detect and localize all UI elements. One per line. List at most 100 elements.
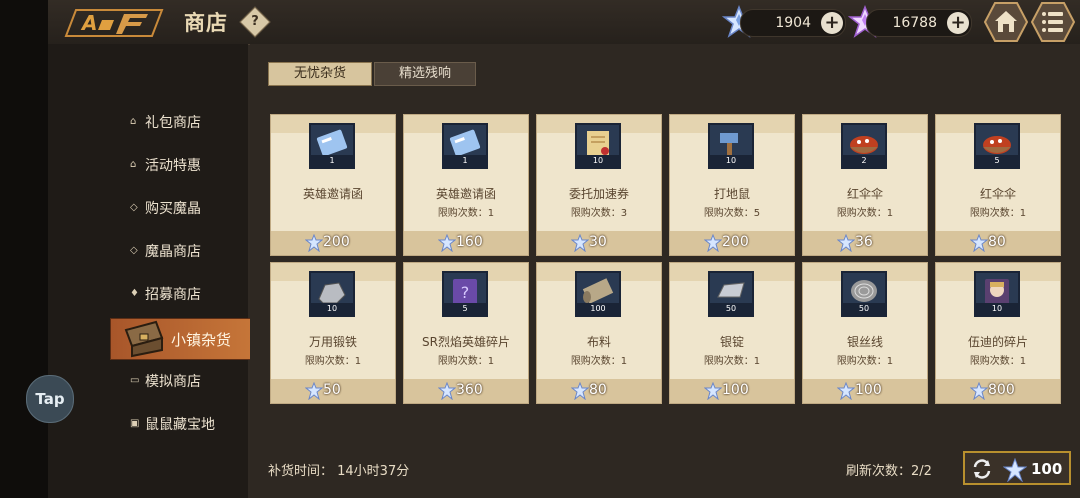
gem-currency: 1904 +	[740, 9, 846, 37]
ore-icon	[318, 282, 346, 304]
item-name: SR烈焰英雄碎片	[422, 335, 510, 349]
shop-item-card[interactable]: 2 红伞伞 限购次数：1 36	[802, 114, 928, 256]
svg-text:A: A	[80, 11, 97, 35]
tab-selected-echo[interactable]: 精选残响	[374, 62, 476, 86]
mushroom-bowl-icon	[983, 136, 1011, 154]
crystal-amount: 16788	[892, 15, 937, 31]
refresh-count: 刷新次数：2/2	[846, 464, 932, 479]
shop-item-card[interactable]: 10 伍迪的碎片 限购次数：1 800	[935, 262, 1061, 404]
item-quantity: 10	[710, 155, 752, 167]
item-icon-box: 50	[841, 271, 887, 317]
price-bar: 30	[537, 231, 661, 255]
purchase-limit: 限购次数：1	[304, 356, 362, 367]
gem-amount: 1904	[775, 15, 811, 31]
item-icon-box: 1	[309, 123, 355, 169]
left-edge	[0, 0, 48, 498]
sidebar-item-label: 鼠鼠藏宝地	[145, 417, 215, 433]
sidebar-item-gift-shop[interactable]: ⌂ 礼包商店	[48, 108, 248, 138]
home-button[interactable]	[984, 1, 1028, 43]
star-gem-icon	[1003, 458, 1027, 482]
item-name: 银锭	[719, 335, 744, 349]
purchase-limit: 限购次数：1	[437, 356, 495, 367]
price-bar: 50	[271, 379, 395, 403]
item-name: 红伞伞	[979, 187, 1016, 201]
item-icon-box: 2	[841, 123, 887, 169]
shop-item-card[interactable]: 100 布料限购次数：1 80	[536, 262, 662, 404]
ticket-icon	[316, 129, 348, 157]
svg-text:?: ?	[461, 283, 470, 302]
sidebar-item-buy-crystal[interactable]: ◇ 购买魔晶	[48, 194, 248, 224]
item-quantity: 50	[843, 303, 885, 315]
item-icon-box: 10	[974, 271, 1020, 317]
add-crystal-button[interactable]: +	[947, 12, 969, 34]
scroll-icon	[587, 131, 609, 155]
refresh-icon	[973, 459, 991, 479]
sidebar-item-event-deals[interactable]: ⌂ 活动特惠	[48, 151, 248, 181]
item-name: 万用锻铁	[308, 335, 357, 349]
sidebar-item-sim-shop[interactable]: ▭ 模拟商店	[48, 367, 248, 397]
sidebar-item-recruit-shop[interactable]: ♦ 招募商店	[48, 280, 248, 310]
item-quantity: 5	[444, 303, 486, 315]
shop-item-card[interactable]: 1 英雄邀请函 限购次数：1 160	[403, 114, 529, 256]
item-price: 800	[988, 382, 1015, 398]
item-icon-box: ? 5	[442, 271, 488, 317]
shop-item-card[interactable]: 10 万用锻铁限购次数：1 50	[270, 262, 396, 404]
item-price: 80	[589, 382, 607, 398]
menu-button[interactable]	[1031, 1, 1075, 43]
add-gem-button[interactable]: +	[821, 12, 843, 34]
purchase-limit: 限购次数：1	[969, 208, 1027, 219]
item-price: 200	[323, 234, 350, 250]
star-gem-icon	[438, 382, 456, 400]
price-bar: 160	[404, 231, 528, 255]
shop-item-card[interactable]: 50 银丝线 限购次数：1 100	[802, 262, 928, 404]
item-name: 英雄邀请函	[302, 187, 363, 201]
item-price: 50	[323, 382, 341, 398]
item-quantity: 10	[311, 303, 353, 315]
restock-time: 补货时间： 14小时37分	[268, 464, 410, 479]
price-bar: 80	[537, 379, 661, 403]
price-bar: 200	[670, 231, 794, 255]
item-name: 银丝线	[846, 335, 883, 349]
shop-item-card[interactable]: ? 5 SR烈焰英雄碎片 限购次数：1 360	[403, 262, 529, 404]
cloth-roll-icon	[582, 278, 614, 304]
house-icon: ⌂	[130, 116, 137, 127]
item-icon-box: 10	[575, 123, 621, 169]
refresh-button[interactable]: 100	[963, 451, 1071, 485]
item-quantity: 5	[976, 155, 1018, 167]
shop-item-card[interactable]: 5 红伞伞 限购次数：1 80	[935, 114, 1061, 256]
sidebar-item-treasure[interactable]: ▣ 鼠鼠藏宝地	[48, 410, 248, 440]
tap-button[interactable]: Tap	[26, 375, 74, 423]
star-gem-icon	[305, 234, 323, 252]
star-gem-icon	[704, 234, 722, 252]
diamond-icon: ◇	[130, 202, 138, 213]
item-icon-box: 50	[708, 271, 754, 317]
star-gem-icon	[305, 382, 323, 400]
purchase-limit: 限购次数：1	[570, 356, 628, 367]
item-quantity: 100	[577, 303, 619, 315]
item-quantity: 10	[976, 303, 1018, 315]
chest-icon	[124, 320, 164, 358]
shop-item-card[interactable]: 1 英雄邀请函 200	[270, 114, 396, 256]
monitor-icon: ▭	[130, 375, 140, 386]
tab-worry-free-goods[interactable]: 无忧杂货	[268, 62, 372, 86]
sidebar-item-label: 活动特惠	[145, 158, 201, 174]
item-quantity: 2	[843, 155, 885, 167]
price-bar: 360	[404, 379, 528, 403]
shop-item-card[interactable]: 10 委托加速券 限购次数：3 30	[536, 114, 662, 256]
star-gem-icon	[970, 234, 988, 252]
page-title: 商店	[184, 11, 228, 35]
price-bar: 100	[670, 379, 794, 403]
star-gem-icon	[970, 382, 988, 400]
game-logo: A	[64, 9, 164, 37]
item-price: 100	[855, 382, 882, 398]
item-name: 红伞伞	[846, 187, 883, 201]
sidebar-item-label: 模拟商店	[145, 374, 201, 390]
diamond-icon: ◇	[130, 245, 138, 256]
item-name: 布料	[586, 335, 611, 349]
shop-item-card[interactable]: 50 银锭 限购次数：1 100	[669, 262, 795, 404]
item-icon-box: 10	[309, 271, 355, 317]
menu-icon	[1042, 12, 1063, 32]
shop-item-card[interactable]: 10 打地鼠 限购次数：5 200	[669, 114, 795, 256]
sidebar-item-crystal-shop[interactable]: ◇ 魔晶商店	[48, 237, 248, 267]
item-name: 伍迪的碎片	[967, 335, 1028, 349]
